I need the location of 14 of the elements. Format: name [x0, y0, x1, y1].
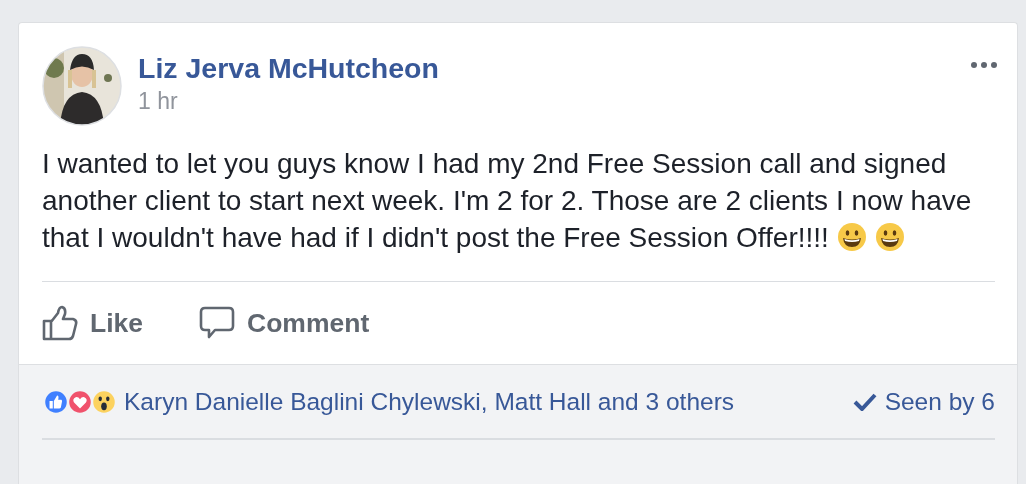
seen-by-count[interactable]: Seen by 6 — [884, 388, 995, 416]
like-button[interactable]: Like — [42, 305, 144, 341]
post-text: I wanted to let you guys know I had my 2nd Free Session call and signed another client to start next week. I'm 2 for 2. Those are 2 clients I now have that I wouldn't have had if I didn't post the Free Session Offer!!!! — [42, 147, 973, 255]
speech-bubble-icon — [199, 305, 236, 341]
check-icon — [852, 393, 877, 411]
comment-button[interactable]: Comment — [199, 305, 370, 341]
surprised-face-icon[interactable] — [90, 388, 118, 416]
author-name[interactable]: Liz Jerva McHutcheon — [138, 50, 439, 86]
thumbs-up-icon — [42, 305, 78, 341]
more-options-icon[interactable] — [971, 62, 997, 68]
like-reaction-icon[interactable] — [42, 388, 70, 416]
reactions-summary-link[interactable]: Karyn Danielle Baglini Chylewski, Matt Hall and 3 others — [124, 388, 735, 416]
grinning-face-icon — [836, 222, 867, 252]
grinning-face-icon — [874, 222, 905, 252]
